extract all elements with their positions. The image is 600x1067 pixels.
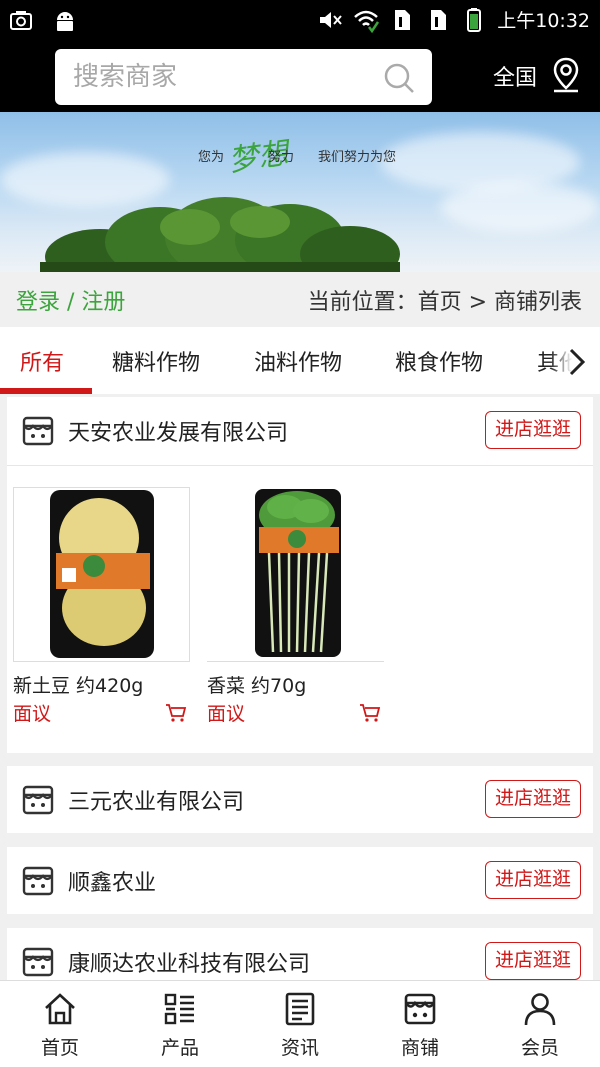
- nav-label: 首页: [40, 1037, 79, 1059]
- battery-icon: [467, 7, 482, 32]
- nav-label: 商铺: [400, 1037, 439, 1059]
- chevron-right-icon[interactable]: [566, 347, 588, 377]
- store-header[interactable]: 三元农业有限公司 进店逛逛: [7, 766, 593, 834]
- banner[interactable]: 您为 梦想 努力 我们努力为您: [0, 112, 600, 272]
- product-price: 面议: [207, 703, 246, 725]
- store-name: 三元农业有限公司: [68, 790, 245, 815]
- news-icon: [285, 992, 315, 1026]
- mute-icon: [320, 11, 342, 28]
- active-tab-indicator: [0, 388, 92, 394]
- breadcrumb: 当前位置：首页 > 商铺列表: [307, 290, 582, 315]
- visit-store-button[interactable]: 进店逛逛: [485, 411, 581, 449]
- nav-label: 资讯: [280, 1037, 319, 1059]
- shop-icon: [22, 785, 54, 815]
- sim2-icon: [431, 9, 447, 30]
- status-bar: 上午10:32: [0, 0, 600, 42]
- product-price: 面议: [13, 703, 52, 725]
- nav-label: 会员: [520, 1037, 559, 1059]
- visit-store-button[interactable]: 进店逛逛: [485, 861, 581, 899]
- search-box[interactable]: [55, 49, 432, 105]
- home-icon: [45, 993, 75, 1025]
- shop-icon: [404, 993, 436, 1025]
- category-tabs: 所有 糖料作物 油料作物 粮食作物 其他: [0, 327, 600, 394]
- grid-list-icon: [164, 993, 194, 1025]
- bottom-nav: 首页 产品 资讯 商铺 会员: [0, 980, 600, 1067]
- tab-all[interactable]: 所有: [20, 345, 64, 377]
- search-input[interactable]: [73, 59, 373, 95]
- region-selector[interactable]: 全国: [493, 60, 537, 92]
- slogan-text-right: 我们努力为您: [318, 150, 397, 165]
- visit-store-button[interactable]: 进店逛逛: [485, 942, 581, 980]
- screenshot-icon: [10, 11, 32, 30]
- shop-icon: [22, 866, 54, 896]
- wifi-icon: [354, 10, 380, 33]
- store-card: 三元农业有限公司 进店逛逛: [7, 766, 593, 833]
- nav-news[interactable]: 资讯: [240, 981, 360, 1067]
- store-header[interactable]: 天安农业发展有限公司 进店逛逛: [7, 397, 593, 465]
- slogan-text-left: 您为: [198, 150, 225, 165]
- android-icon: [57, 12, 73, 31]
- tab-oil-crops[interactable]: 油料作物: [254, 345, 342, 377]
- product-name[interactable]: 香菜 约70g: [207, 671, 306, 698]
- store-name: 康顺达农业科技有限公司: [68, 952, 311, 977]
- clock: 上午10:32: [497, 10, 590, 32]
- tree-canopy-image: [40, 197, 400, 272]
- search-icon[interactable]: [382, 61, 416, 95]
- nav-member[interactable]: 会员: [480, 981, 600, 1067]
- product-image-cilantro[interactable]: [207, 487, 384, 662]
- visit-store-button[interactable]: 进店逛逛: [485, 780, 581, 818]
- nav-home[interactable]: 首页: [0, 981, 120, 1067]
- store-name: 顺鑫农业: [68, 871, 157, 896]
- header: 全国: [0, 42, 600, 112]
- store-header[interactable]: 顺鑫农业 进店逛逛: [7, 847, 593, 915]
- cart-icon[interactable]: [165, 703, 187, 723]
- shop-icon: [22, 416, 54, 446]
- store-card: 康顺达农业科技有限公司 进店逛逛: [7, 928, 593, 980]
- nav-shops[interactable]: 商铺: [360, 981, 480, 1067]
- location-pin-icon[interactable]: [550, 56, 582, 94]
- tab-grain-crops[interactable]: 粮食作物: [395, 345, 483, 377]
- store-name: 天安农业发展有限公司: [68, 421, 289, 446]
- login-register-link[interactable]: 登录 / 注册: [16, 284, 125, 316]
- divider: [7, 465, 593, 466]
- sim1-icon: [395, 9, 411, 30]
- nav-label: 产品: [160, 1037, 199, 1059]
- product-name[interactable]: 新土豆 约420g: [13, 671, 143, 698]
- store-card: 顺鑫农业 进店逛逛: [7, 847, 593, 914]
- cart-icon[interactable]: [359, 703, 381, 723]
- product-image-potato[interactable]: [13, 487, 190, 662]
- tab-sugar-crops[interactable]: 糖料作物: [112, 345, 200, 377]
- shop-icon: [22, 947, 54, 977]
- store-header[interactable]: 康顺达农业科技有限公司 进店逛逛: [7, 928, 593, 980]
- location-row: 登录 / 注册 当前位置：首页 > 商铺列表: [0, 272, 600, 327]
- user-icon: [524, 993, 556, 1026]
- nav-products[interactable]: 产品: [120, 981, 240, 1067]
- slogan-text-mid: 努力: [268, 150, 295, 165]
- store-card: 天安农业发展有限公司 进店逛逛 新土豆 约420g 面议 香菜 约70g 面议: [7, 397, 593, 753]
